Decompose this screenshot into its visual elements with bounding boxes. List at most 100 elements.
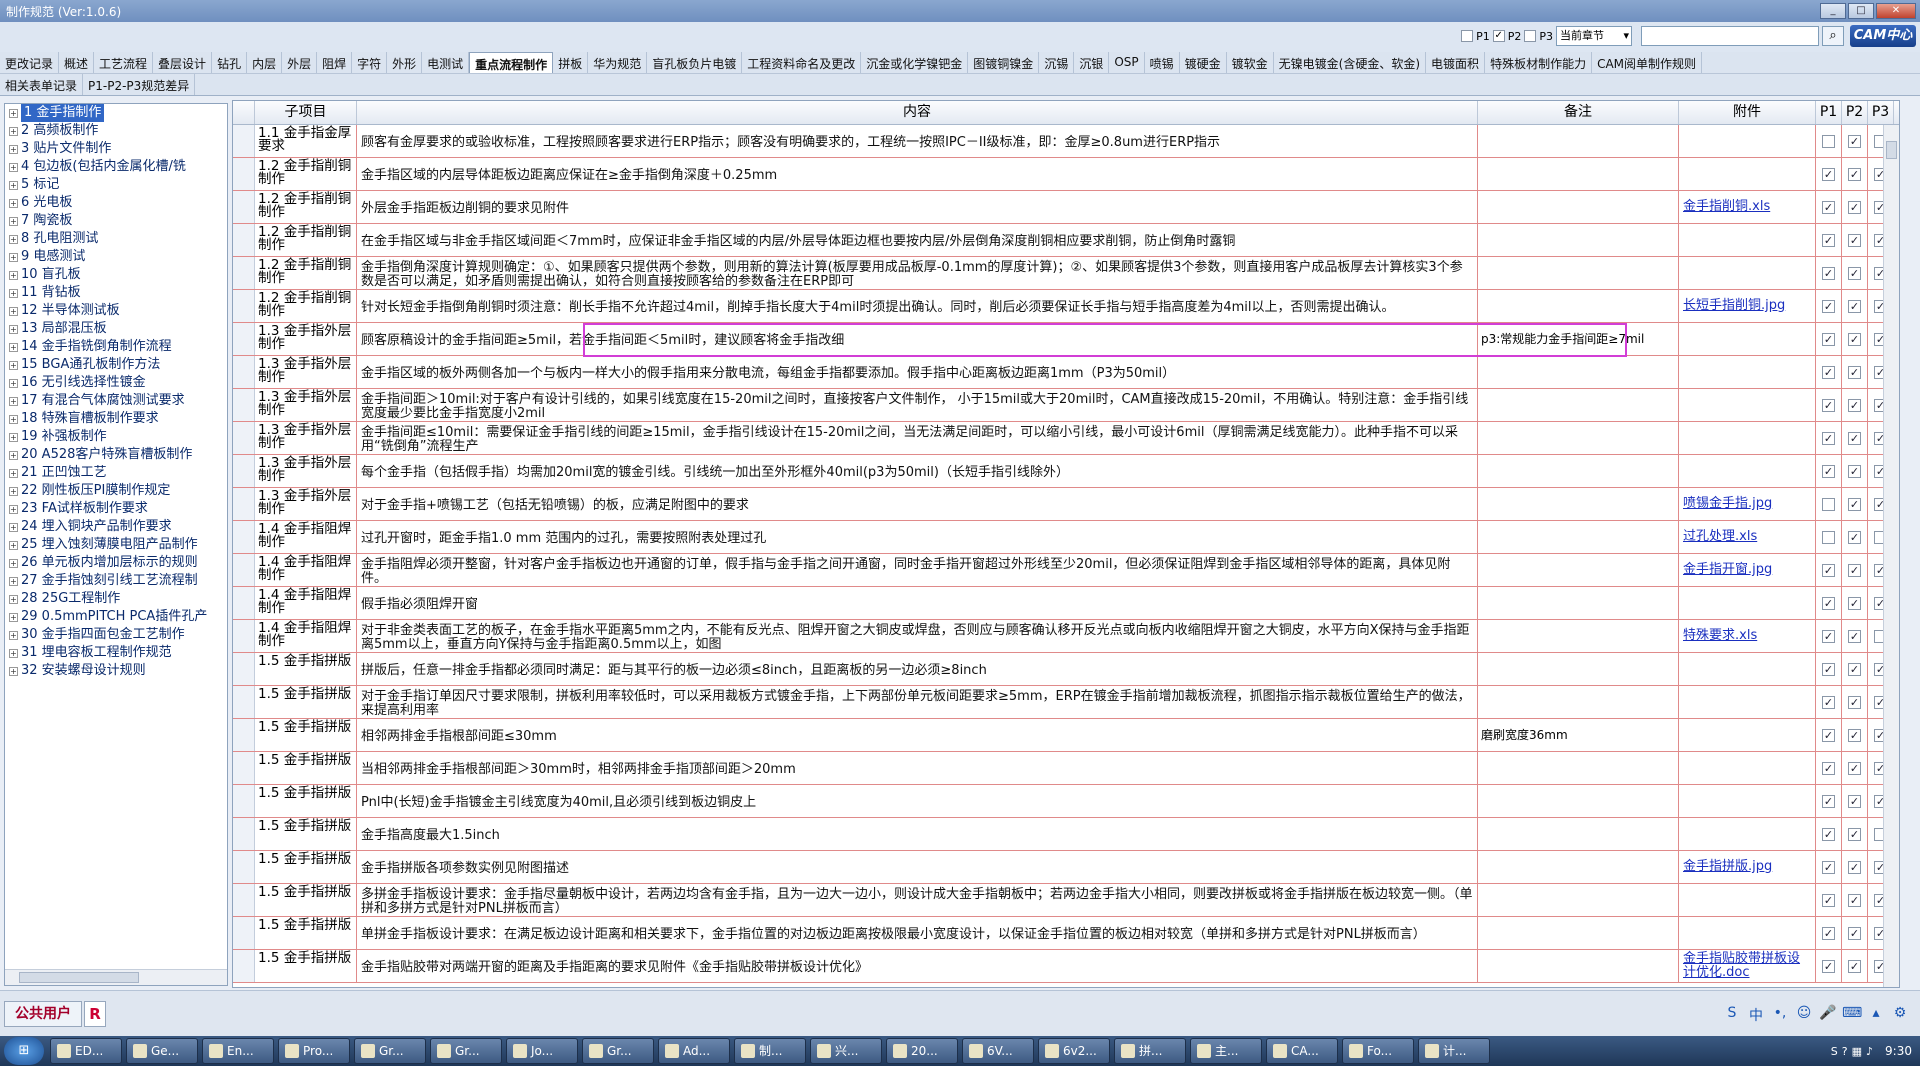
tab-item[interactable]: 阻焊 <box>317 52 353 73</box>
row-indicator[interactable] <box>233 389 255 421</box>
tree-item[interactable]: +8 孔电阻测试 <box>5 230 227 248</box>
expand-icon[interactable]: + <box>9 180 18 190</box>
tab-item[interactable]: 沉锡 <box>1039 52 1075 73</box>
tab-item[interactable]: 外形 <box>387 52 423 73</box>
attachment-link[interactable]: 金手指削铜.xls <box>1683 200 1770 214</box>
filter-p2-checkbox[interactable]: ✓ <box>1492 30 1505 42</box>
p2-checkbox[interactable]: ✓ <box>1848 233 1861 247</box>
p1-checkbox[interactable]: ✓ <box>1822 662 1835 676</box>
expand-icon[interactable]: + <box>9 162 18 172</box>
tab-item[interactable]: 拼板 <box>553 52 589 73</box>
tab-item[interactable]: 外层 <box>282 52 318 73</box>
p2-checkbox[interactable]: ✓ <box>1848 365 1861 379</box>
p2-checkbox[interactable]: ✓ <box>1848 497 1861 511</box>
p2-checkbox[interactable]: ✓ <box>1848 563 1861 577</box>
expand-icon[interactable]: + <box>9 540 18 550</box>
p2-checkbox[interactable]: ✓ <box>1848 695 1861 709</box>
tree-item[interactable]: +12 半导体测试板 <box>5 302 227 320</box>
chapter-select[interactable]: 当前章节 <box>1556 26 1632 46</box>
p2-checkbox[interactable]: ✓ <box>1848 200 1861 214</box>
taskbar-button[interactable]: 主... <box>1190 1038 1262 1064</box>
tab-item[interactable]: 无镍电镀金(含硬金、软金) <box>1274 52 1427 73</box>
tree-horizontal-scrollbar[interactable] <box>5 969 227 985</box>
tab-item[interactable]: 钻孔 <box>212 52 248 73</box>
row-indicator[interactable] <box>233 950 255 982</box>
p2-checkbox[interactable]: ✓ <box>1848 530 1861 544</box>
attachment-link[interactable]: 金手指拼版.jpg <box>1683 860 1772 874</box>
p1-checkbox[interactable]: ✓ <box>1822 233 1835 247</box>
expand-icon[interactable]: + <box>9 396 18 406</box>
p1-checkbox[interactable]: ✓ <box>1822 827 1835 841</box>
tab-item[interactable]: 概述 <box>59 52 95 73</box>
tree-item[interactable]: +15 BGA通孔板制作方法 <box>5 356 227 374</box>
p2-checkbox[interactable]: ✓ <box>1848 959 1861 973</box>
taskbar-button[interactable]: 20... <box>886 1038 958 1064</box>
taskbar-button[interactable]: En... <box>202 1038 274 1064</box>
expand-icon[interactable]: + <box>9 144 18 154</box>
p2-checkbox[interactable]: ✓ <box>1848 629 1861 643</box>
settings-icon[interactable]: ⚙ <box>1890 1005 1910 1025</box>
tree-item[interactable]: +29 0.5mmPITCH PCA插件孔产 <box>5 608 227 626</box>
row-indicator[interactable] <box>233 686 255 718</box>
row-indicator[interactable] <box>233 851 255 883</box>
taskbar-button[interactable]: CA... <box>1266 1038 1338 1064</box>
tree-item[interactable]: +20 A528客户特殊盲槽板制作 <box>5 446 227 464</box>
row-indicator[interactable] <box>233 554 255 586</box>
p1-checkbox[interactable]: ✓ <box>1822 860 1835 874</box>
tree-item[interactable]: +2 高频板制作 <box>5 122 227 140</box>
taskbar-button[interactable]: Gr... <box>354 1038 426 1064</box>
p2-checkbox[interactable]: ✓ <box>1848 794 1861 808</box>
expand-icon[interactable]: + <box>9 306 18 316</box>
row-indicator[interactable] <box>233 752 255 784</box>
row-indicator[interactable] <box>233 224 255 256</box>
tab-item[interactable]: 电镀面积 <box>1426 52 1486 73</box>
header-note[interactable]: 备注 <box>1478 101 1679 124</box>
p2-checkbox[interactable]: ✓ <box>1848 299 1861 313</box>
expand-icon[interactable]: + <box>9 378 18 388</box>
expand-icon[interactable]: + <box>9 558 18 568</box>
tree-item[interactable]: +17 有混合气体腐蚀测试要求 <box>5 392 227 410</box>
tab-item[interactable]: 更改记录 <box>0 52 60 73</box>
row-indicator[interactable] <box>233 455 255 487</box>
header-p2[interactable]: P2 <box>1842 101 1868 124</box>
emoji-icon[interactable]: ☺ <box>1794 1005 1814 1025</box>
tree-item[interactable]: +28 25G工程制作 <box>5 590 227 608</box>
tree-item[interactable]: +13 局部混压板 <box>5 320 227 338</box>
minimize-button[interactable]: _ <box>1820 3 1846 19</box>
p1-checkbox[interactable]: ✓ <box>1822 695 1835 709</box>
attachment-link[interactable]: 金手指开窗.jpg <box>1683 563 1772 577</box>
tab-item[interactable]: 沉金或化学镍钯金 <box>861 52 969 73</box>
p1-checkbox[interactable]: ✓ <box>1822 431 1835 445</box>
attachment-link[interactable]: 过孔处理.xls <box>1683 530 1757 544</box>
tab-item[interactable]: 喷锡 <box>1145 52 1180 73</box>
row-indicator[interactable] <box>233 488 255 520</box>
taskbar-button[interactable]: 制... <box>734 1038 806 1064</box>
p1-checkbox[interactable]: ✓ <box>1822 959 1835 973</box>
tab-item[interactable]: P1-P2-P3规范差异 <box>83 74 196 95</box>
p2-checkbox[interactable]: ✓ <box>1848 662 1861 676</box>
tray-sogou-icon[interactable]: S <box>1831 1045 1838 1058</box>
p1-checkbox[interactable]: ✓ <box>1822 299 1835 313</box>
tab-item[interactable]: CAM阅单制作规则 <box>1592 52 1703 73</box>
expand-icon[interactable]: + <box>9 486 18 496</box>
tree-item[interactable]: +7 陶瓷板 <box>5 212 227 230</box>
expand-icon[interactable]: + <box>9 216 18 226</box>
filter-p3-checkbox[interactable] <box>1524 30 1537 42</box>
scroll-thumb[interactable] <box>1886 141 1897 159</box>
row-indicator[interactable] <box>233 290 255 322</box>
taskbar-button[interactable]: ED... <box>50 1038 122 1064</box>
taskbar-button[interactable]: 计... <box>1418 1038 1490 1064</box>
p1-checkbox[interactable] <box>1822 497 1835 511</box>
p2-checkbox[interactable]: ✓ <box>1848 596 1861 610</box>
header-p1[interactable]: P1 <box>1816 101 1842 124</box>
tree-item[interactable]: +3 贴片文件制作 <box>5 140 227 158</box>
p1-checkbox[interactable]: ✓ <box>1822 596 1835 610</box>
tree-item[interactable]: +26 单元板内增加层标示的规则 <box>5 554 227 572</box>
tree-item[interactable]: +5 标记 <box>5 176 227 194</box>
row-indicator[interactable] <box>233 356 255 388</box>
p1-checkbox[interactable]: ✓ <box>1822 464 1835 478</box>
header-content[interactable]: 内容 <box>357 101 1478 124</box>
expand-icon[interactable]: + <box>9 198 18 208</box>
tab-item[interactable]: 沉银 <box>1074 52 1110 73</box>
close-button[interactable]: ✕ <box>1876 3 1916 19</box>
